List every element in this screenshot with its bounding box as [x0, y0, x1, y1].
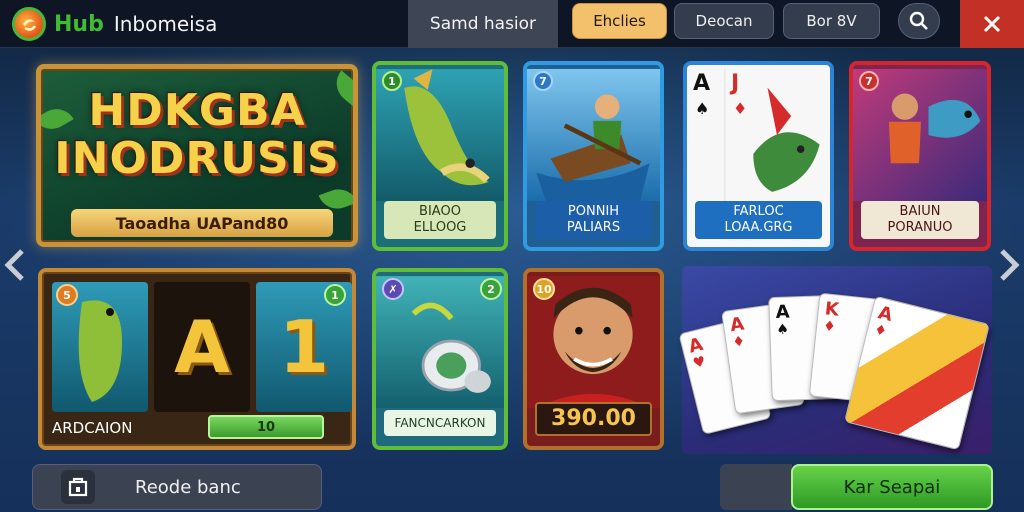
jackpot-amount: 390.00 [535, 402, 652, 436]
slot-bet-bar[interactable]: 10 [208, 415, 324, 439]
slot-label: ARDCAION [52, 419, 133, 437]
card-rank-a: A [693, 71, 711, 96]
search-icon [909, 11, 928, 30]
caption-line-1: PONNIH [567, 204, 620, 219]
lobby-icon [61, 470, 95, 504]
app-logo[interactable]: Hub Inbomeisa [12, 6, 217, 42]
nav-tab-2[interactable]: Deocan [674, 3, 774, 39]
card-badge-left: ✗ [382, 278, 404, 300]
card-caption: BIAOO ELLOOG [384, 201, 496, 239]
search-tab[interactable]: Samd hasior [408, 0, 558, 48]
card-badge-right: 2 [480, 278, 502, 300]
card-rank: A [775, 301, 791, 323]
logo-name-text: Inbomeisa [113, 12, 218, 36]
featured-game-subtitle: Taoadha UAPand80 [71, 209, 333, 237]
game-card-jackpot[interactable]: 10 390.00 [523, 268, 664, 450]
card-badge: 1 [382, 71, 402, 91]
diamond-icon: ♦ [733, 99, 748, 118]
slot-reel-2: A [154, 282, 250, 412]
logo-hub-text: Hub [54, 11, 104, 37]
diamond-icon: ♦ [822, 318, 837, 336]
bottom-left-button[interactable]: Reode banc [32, 464, 322, 510]
top-bar: Hub Inbomeisa Samd hasior Ehclies Deocan… [0, 0, 1024, 48]
game-card-cards-fish[interactable]: A ♠ J ♦ FARLOC LOAA.GRG [683, 61, 834, 251]
slot-machine-card[interactable]: A 1 5 1 ARDCAION 10 [38, 268, 356, 450]
featured-game-title: HDKGBA INODRUSIS [54, 85, 340, 184]
nav-tab-1[interactable]: Ehclies [572, 3, 667, 39]
card-rank-b: J [731, 71, 740, 96]
bottom-left-label: Reode banc [135, 476, 241, 498]
slot-badge-right: 1 [324, 284, 346, 306]
close-icon [983, 15, 1001, 33]
card-game-panel[interactable]: A ♥ A ♦ A ♠ K ♦ A ♦ [678, 266, 992, 454]
close-button[interactable] [960, 0, 1024, 48]
card-badge: 7 [859, 71, 879, 91]
game-card-fish[interactable]: 1 BIAOO ELLOOG [372, 61, 508, 251]
card-badge: 10 [533, 278, 555, 300]
chevron-right-icon [1000, 249, 1020, 281]
featured-game-banner[interactable]: HDKGBA INODRUSIS Taoadha UAPand80 [36, 64, 358, 247]
search-button[interactable] [898, 3, 940, 39]
card-caption: FARLOC LOAA.GRG [695, 201, 822, 239]
caption-line-2: PALIARS [566, 220, 621, 235]
chevron-left-icon [4, 249, 24, 281]
diamond-icon: ♦ [731, 333, 747, 352]
play-now-button[interactable]: Kar Seapai [791, 464, 993, 510]
game-card-hero-fish[interactable]: 7 BAIUN PORANUO [849, 61, 991, 251]
caption-line-2: PORANUO [887, 220, 953, 235]
caption-line-1: BIAOO [419, 204, 461, 219]
spade-icon: ♠ [776, 321, 790, 338]
caption-line-1: FARLOC [733, 204, 784, 219]
card-caption: BAIUN PORANUO [861, 201, 979, 239]
caption-line-1: BAIUN [899, 204, 941, 219]
card-caption: PONNIH PALIARS [535, 201, 652, 239]
card-caption: FANCNCARKON [384, 410, 496, 436]
caption-line-2: LOAA.GRG [724, 220, 793, 235]
card-rank: K [823, 298, 840, 321]
slot-badge-left: 5 [56, 284, 78, 306]
footer-spacer [720, 464, 792, 510]
carousel-prev-button[interactable] [0, 240, 30, 290]
card-badge: 7 [533, 71, 553, 91]
game-card-rower[interactable]: 7 PONNIH PALIARS [523, 61, 664, 251]
diamond-icon: ♦ [872, 321, 889, 341]
carousel-next-button[interactable] [994, 240, 1024, 290]
game-card-coins[interactable]: ✗ 2 FANCNCARKON [372, 268, 508, 450]
nav-tab-3[interactable]: Bor 8V [783, 3, 880, 39]
spade-icon: ♠ [695, 99, 710, 118]
logo-icon [12, 7, 46, 41]
heart-icon: ♥ [691, 353, 708, 373]
caption-line-2: ELLOOG [413, 220, 467, 235]
